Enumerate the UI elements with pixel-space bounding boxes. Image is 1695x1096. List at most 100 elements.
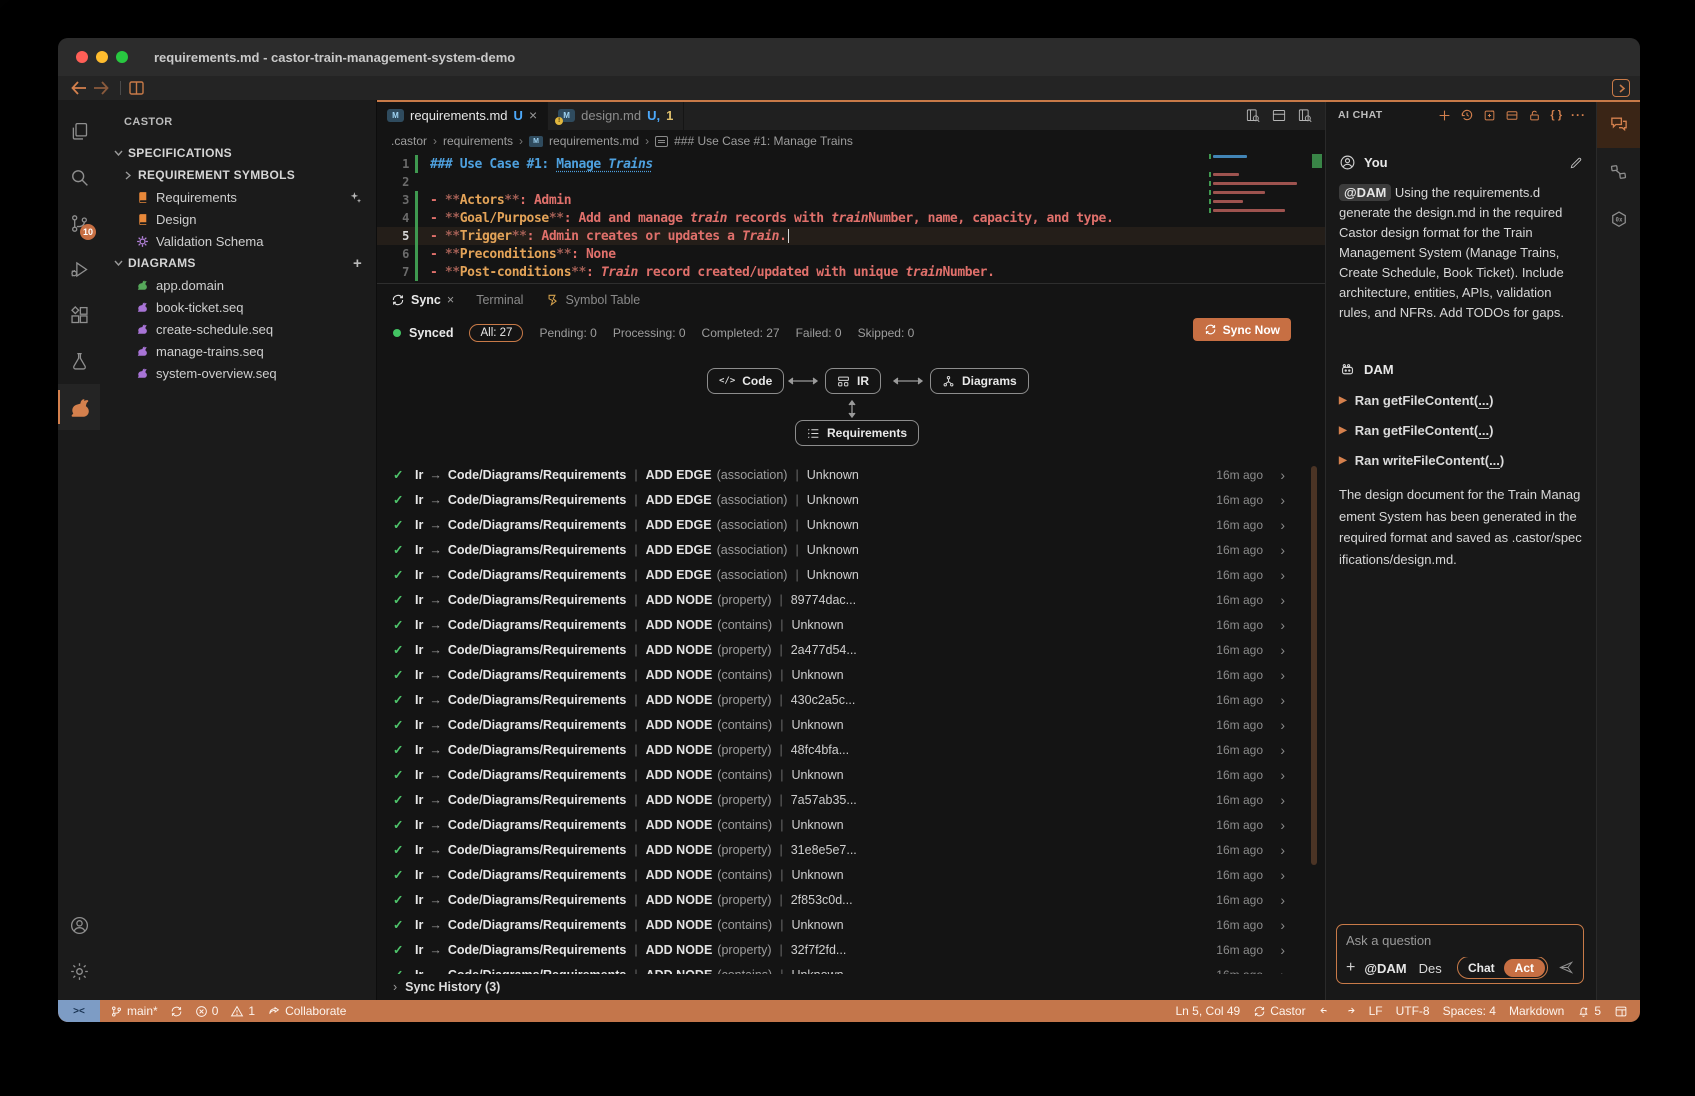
layout-icon[interactable] (1614, 1005, 1628, 1018)
tab-terminal[interactable]: Terminal (476, 293, 523, 307)
tab-design-md[interactable]: M! design.md U, 1 (548, 100, 684, 130)
filter-processing[interactable]: Processing: 0 (613, 326, 686, 340)
search-icon[interactable] (58, 154, 100, 200)
expand-row-icon[interactable]: › (1280, 642, 1285, 658)
expand-row-icon[interactable]: › (1280, 767, 1285, 783)
code-editor[interactable]: 1### Use Case #1: Manage Trains23- **Act… (377, 152, 1325, 283)
tab-requirements-md[interactable]: M requirements.md U × (377, 100, 548, 130)
tree-item-requirement-symbols[interactable]: REQUIREMENT SYMBOLS (100, 164, 376, 186)
new-chat-icon[interactable] (1438, 109, 1451, 122)
mention-label[interactable]: @DAM (1364, 961, 1406, 976)
tree-item-design[interactable]: Design (100, 208, 376, 230)
extensions-icon[interactable] (58, 292, 100, 338)
tree-item-validation-schema[interactable]: Validation Schema (100, 230, 376, 252)
sync-row[interactable]: ✓Ir→Code/Diagrams/Requirements|ADD NODE(… (377, 912, 1325, 937)
settings-gear-icon[interactable] (58, 948, 100, 994)
sync-row[interactable]: ✓Ir→Code/Diagrams/Requirements|ADD EDGE(… (377, 562, 1325, 587)
run-debug-icon[interactable] (58, 246, 100, 292)
tree-item-book-ticket-seq[interactable]: book-ticket.seq (100, 296, 376, 318)
filter-skipped[interactable]: Skipped: 0 (858, 326, 915, 340)
code-line-6[interactable]: 6- **Preconditions**: None (377, 245, 1325, 263)
redo-icon[interactable] (1344, 1005, 1356, 1017)
sync-row[interactable]: ✓Ir→Code/Diagrams/Requirements|ADD EDGE(… (377, 487, 1325, 512)
tab-symbol-table[interactable]: Symbol Table (545, 293, 640, 307)
expand-row-icon[interactable]: › (1280, 617, 1285, 633)
sync-row[interactable]: ✓Ir→Code/Diagrams/Requirements|ADD NODE(… (377, 737, 1325, 762)
encoding-indicator[interactable]: UTF-8 (1396, 1004, 1430, 1018)
sync-row[interactable]: ✓Ir→Code/Diagrams/Requirements|ADD NODE(… (377, 862, 1325, 887)
flow-node-diagrams[interactable]: Diagrams (930, 368, 1029, 394)
collaborate-status[interactable]: Collaborate (267, 1004, 346, 1018)
tree-item-requirements[interactable]: Requirements (100, 186, 376, 208)
edit-message-icon[interactable] (1569, 156, 1583, 170)
expand-row-icon[interactable]: › (1280, 542, 1285, 558)
tree-item-create-schedule-seq[interactable]: create-schedule.seq (100, 318, 376, 340)
explorer-icon[interactable] (58, 108, 100, 154)
hex-0x-icon[interactable]: 0x (1597, 196, 1640, 244)
breadcrumb[interactable]: .castor › requirements › M requirements.… (377, 130, 1325, 152)
layout-panel-icon[interactable] (1505, 109, 1519, 122)
sync-row[interactable]: ✓Ir→Code/Diagrams/Requirements|ADD NODE(… (377, 587, 1325, 612)
remote-indicator[interactable]: >< (58, 1000, 100, 1022)
sync-row[interactable]: ✓Ir→Code/Diagrams/Requirements|ADD EDGE(… (377, 462, 1325, 487)
minimap[interactable] (1209, 154, 1309, 280)
export-icon[interactable] (1483, 109, 1496, 122)
filter-all[interactable]: All: 27 (469, 324, 523, 342)
add-context-icon[interactable]: + (1346, 959, 1355, 977)
unlock-icon[interactable] (1528, 109, 1541, 122)
sync-row[interactable]: ✓Ir→Code/Diagrams/Requirements|ADD EDGE(… (377, 537, 1325, 562)
testing-icon[interactable] (58, 338, 100, 384)
scrollbar[interactable] (1311, 466, 1317, 865)
expand-row-icon[interactable]: › (1280, 792, 1285, 808)
expand-row-icon[interactable]: › (1280, 592, 1285, 608)
sync-row[interactable]: ✓Ir→Code/Diagrams/Requirements|ADD NODE(… (377, 687, 1325, 712)
expand-row-icon[interactable]: › (1280, 867, 1285, 883)
code-line-5[interactable]: 5- **Trigger**: Admin creates or updates… (377, 227, 1325, 245)
expand-row-icon[interactable]: › (1280, 892, 1285, 908)
castor-icon[interactable] (58, 384, 100, 430)
language-indicator[interactable]: Markdown (1509, 1004, 1564, 1018)
back-icon[interactable] (68, 79, 90, 97)
minimize-window-button[interactable] (96, 51, 108, 63)
expand-row-icon[interactable]: › (1280, 717, 1285, 733)
close-tab-icon[interactable]: × (529, 107, 537, 123)
sync-row[interactable]: ✓Ir→Code/Diagrams/Requirements|ADD NODE(… (377, 937, 1325, 962)
code-line-2[interactable]: 2 (377, 173, 1325, 191)
filter-completed[interactable]: Completed: 27 (702, 326, 780, 340)
section-diagrams[interactable]: DIAGRAMS + (100, 252, 376, 274)
sync-row[interactable]: ✓Ir→Code/Diagrams/Requirements|ADD EDGE(… (377, 512, 1325, 537)
expand-row-icon[interactable]: › (1280, 742, 1285, 758)
flow-node-requirements[interactable]: Requirements (795, 420, 919, 446)
sync-row[interactable]: ✓Ir→Code/Diagrams/Requirements|ADD NODE(… (377, 787, 1325, 812)
more-icon[interactable]: ··· (1571, 108, 1586, 122)
code-line-4[interactable]: 4- **Goal/Purpose**: Add and manage trai… (377, 209, 1325, 227)
eol-indicator[interactable]: LF (1369, 1004, 1383, 1018)
tree-item-system-overview-seq[interactable]: system-overview.seq (100, 362, 376, 384)
git-branch-status[interactable]: main* (110, 1004, 158, 1018)
sync-row[interactable]: ✓Ir→Code/Diagrams/Requirements|ADD NODE(… (377, 712, 1325, 737)
tree-item-manage-trains-seq[interactable]: manage-trains.seq (100, 340, 376, 362)
notifications-bell-icon[interactable]: 5 (1577, 1004, 1601, 1018)
expand-row-icon[interactable]: › (1280, 942, 1285, 958)
open-preview-side-icon[interactable] (1297, 108, 1313, 123)
sparkle-icon[interactable] (349, 191, 362, 204)
chat-input-box[interactable]: + @DAM Des Chat Act (1336, 924, 1584, 984)
tree-item-app-domain[interactable]: app.domain (100, 274, 376, 296)
forward-icon[interactable] (90, 79, 112, 97)
tab-sync[interactable]: Sync × (391, 293, 454, 307)
history-icon[interactable] (1460, 108, 1474, 122)
section-specifications[interactable]: SPECIFICATIONS (100, 142, 376, 164)
expand-row-icon[interactable]: › (1280, 467, 1285, 483)
filter-pending[interactable]: Pending: 0 (539, 326, 596, 340)
tool-call-row[interactable]: ▶ Ran getFileContent(...) (1339, 393, 1583, 408)
sync-changes-icon[interactable] (170, 1005, 183, 1018)
flow-node-code[interactable]: </> Code (707, 368, 784, 394)
mode-toggle[interactable]: Chat Act (1457, 957, 1548, 979)
mention-chip[interactable]: @DAM (1339, 184, 1391, 201)
sync-row[interactable]: ✓Ir→Code/Diagrams/Requirements|ADD NODE(… (377, 612, 1325, 637)
split-editor-icon[interactable] (129, 81, 144, 95)
warnings-status[interactable]: 1 (230, 1004, 255, 1018)
expand-row-icon[interactable]: › (1280, 967, 1285, 975)
sync-history-row[interactable]: › Sync History (3) (377, 974, 1325, 1000)
flow-graph-icon[interactable] (1597, 148, 1640, 196)
